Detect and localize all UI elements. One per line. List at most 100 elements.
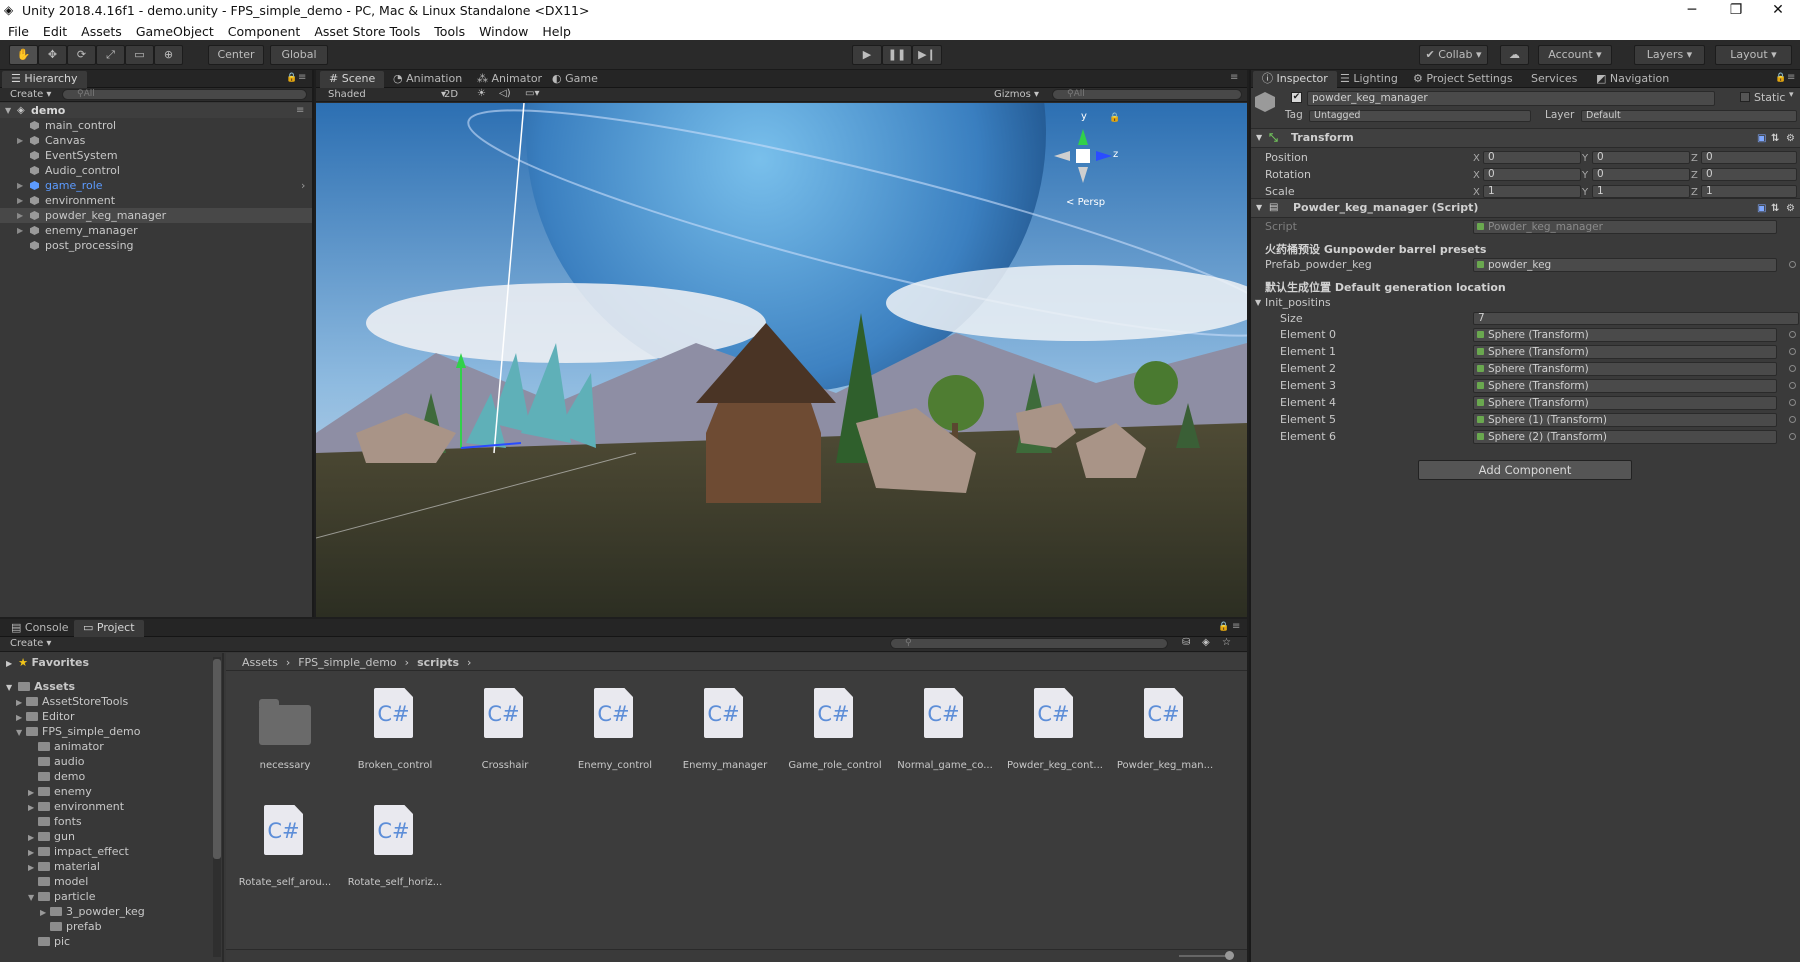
menu-window[interactable]: Window [479, 24, 528, 39]
file-rotate-self-arou[interactable]: C# Rotate_self_arou... [230, 797, 340, 897]
cloud-icon[interactable]: ☁ [1500, 45, 1529, 65]
pause-icon[interactable]: ❚❚ [882, 45, 912, 65]
hierarchy-item-main-control[interactable]: main_control [0, 118, 312, 133]
breadcrumb-scripts[interactable]: scripts [417, 656, 459, 669]
breadcrumb-assets[interactable]: Assets [242, 656, 278, 669]
object-picker-icon[interactable] [1789, 261, 1796, 268]
tree-folder-fps-simple-demo[interactable]: ▼ FPS_simple_demo [16, 724, 140, 739]
persp-label[interactable]: < Persp [1066, 197, 1105, 208]
audio-toggle-icon[interactable]: ◁) [499, 88, 511, 99]
file-necessary[interactable]: necessary [230, 680, 340, 780]
restore-icon[interactable]: ❐ [1714, 0, 1758, 22]
object-picker-icon[interactable] [1789, 331, 1796, 338]
layer-dropdown[interactable]: Default [1581, 110, 1797, 122]
preset-icon[interactable]: ⇅ [1771, 130, 1779, 148]
tab-inspector[interactable]: ⓘ Inspector [1253, 71, 1337, 88]
rotate-tool-icon[interactable]: ⟳ [67, 45, 96, 65]
object-name-field[interactable]: powder_keg_manager [1307, 91, 1715, 106]
tree-scrollbar[interactable] [213, 657, 221, 957]
element-6-field[interactable]: Sphere (2) (Transform) [1473, 430, 1777, 444]
help-icon[interactable]: ▣ [1757, 200, 1766, 218]
expand-right-icon[interactable]: ▶ [40, 905, 50, 920]
inspector-lock-icon[interactable]: 🔒 [1775, 73, 1786, 83]
scene-menu-icon[interactable]: ≡ [296, 103, 304, 118]
filter-label-icon[interactable]: ◈ [1202, 637, 1210, 648]
expand-right-icon[interactable]: ▶ [28, 845, 38, 860]
tab-services[interactable]: Services [1522, 71, 1586, 88]
file-enemy-control[interactable]: C# Enemy_control [560, 680, 670, 780]
file-broken-control[interactable]: C# Broken_control [340, 680, 450, 780]
file-powder-keg-man[interactable]: C# Powder_keg_man... [1110, 680, 1220, 780]
file-crosshair[interactable]: C# Crosshair [450, 680, 560, 780]
menu-tools[interactable]: Tools [434, 24, 465, 39]
foldout-icon[interactable]: ▼ [1256, 199, 1262, 217]
hierarchy-item-enemy-manager[interactable]: ▶ enemy_manager [0, 223, 312, 238]
tree-folder-3-powder-keg[interactable]: ▶ 3_powder_keg [40, 904, 145, 919]
menu-gameobject[interactable]: GameObject [136, 24, 214, 39]
object-picker-icon[interactable] [1789, 382, 1796, 389]
layers-button[interactable]: Layers ▾ [1634, 45, 1705, 65]
expand-right-icon[interactable]: ▶ [17, 133, 23, 148]
scale-x-field[interactable]: 1 [1483, 185, 1581, 198]
tab-scene[interactable]: # Scene [320, 71, 385, 88]
menu-component[interactable]: Component [228, 24, 301, 39]
rotation-z-field[interactable]: 0 [1701, 168, 1797, 181]
foldout-icon[interactable]: ▼ [1256, 129, 1262, 147]
hierarchy-item-post-processing[interactable]: post_processing [0, 238, 312, 253]
tree-folder-prefab[interactable]: prefab [40, 919, 102, 934]
filter-type-icon[interactable]: ⛁ [1182, 637, 1190, 648]
close-icon[interactable]: ✕ [1756, 0, 1800, 22]
element-3-field[interactable]: Sphere (Transform) [1473, 379, 1777, 393]
favorites-row[interactable]: ▶ ★ Favorites [6, 655, 89, 670]
minimize-icon[interactable]: ─ [1670, 0, 1714, 22]
pivot-global-button[interactable]: Global [270, 45, 328, 65]
tree-folder-fonts[interactable]: fonts [28, 814, 82, 829]
tree-folder-environment[interactable]: ▶ environment [28, 799, 124, 814]
expand-right-icon[interactable]: ▶ [16, 710, 26, 725]
scene-lock-icon[interactable]: 🔒 [1109, 113, 1120, 123]
size-field[interactable]: 7 [1473, 312, 1799, 325]
lighting-toggle-icon[interactable]: ☀ [477, 88, 486, 99]
create-dropdown[interactable]: Create ▾ [10, 89, 51, 100]
array-row[interactable]: ▼ Init_positins [1251, 295, 1800, 310]
expand-right-icon[interactable]: ▶ [17, 193, 23, 208]
assets-row[interactable]: ▼ Assets [6, 679, 75, 694]
object-picker-icon[interactable] [1789, 348, 1796, 355]
tab-animator[interactable]: ⁂ Animator [468, 71, 551, 88]
zoom-slider-handle[interactable] [1225, 951, 1234, 960]
file-rotate-self-horiz[interactable]: C# Rotate_self_horiz... [340, 797, 450, 897]
hierarchy-item-eventsystem[interactable]: EventSystem [0, 148, 312, 163]
scale-z-field[interactable]: 1 [1701, 185, 1797, 198]
tree-folder-particle[interactable]: ▼ particle [28, 889, 96, 904]
play-icon[interactable]: ▶ [852, 45, 882, 65]
move-tool-icon[interactable]: ✥ [38, 45, 67, 65]
menu-asset-store-tools[interactable]: Asset Store Tools [314, 24, 420, 39]
help-icon[interactable]: ▣ [1757, 130, 1766, 148]
expand-right-icon[interactable]: ▶ [28, 860, 38, 875]
static-checkbox[interactable] [1740, 92, 1750, 102]
hierarchy-item-game-role[interactable]: ▶ game_role › [0, 178, 312, 193]
zoom-slider-track[interactable] [1179, 955, 1229, 957]
active-checkbox[interactable]: ✔ [1291, 92, 1302, 103]
tree-folder-animator[interactable]: animator [28, 739, 104, 754]
hand-tool-icon[interactable]: ✋ [9, 45, 38, 65]
axis-z-label[interactable]: Z [1691, 151, 1698, 166]
element-2-field[interactable]: Sphere (Transform) [1473, 362, 1777, 376]
tree-folder-impact-effect[interactable]: ▶ impact_effect [28, 844, 129, 859]
axis-x-label[interactable]: X [1473, 168, 1480, 183]
rect-tool-icon[interactable]: ▭ [125, 45, 154, 65]
transform-header[interactable]: ▼ ⤡ Transform ▣ ⇅ ⚙ [1251, 128, 1800, 148]
inspector-menu-icon[interactable]: ≡ [1787, 72, 1795, 83]
tree-folder-material[interactable]: ▶ material [28, 859, 100, 874]
rotation-x-field[interactable]: 0 [1483, 168, 1581, 181]
static-dropdown-icon[interactable]: ▾ [1789, 90, 1794, 100]
tab-project-settings[interactable]: ⚙ Project Settings [1404, 71, 1522, 88]
expand-right-icon[interactable]: ▶ [28, 785, 38, 800]
pivot-center-button[interactable]: Center [208, 45, 264, 65]
tab-lighting[interactable]: ☰ Lighting [1331, 71, 1407, 88]
menu-file[interactable]: File [8, 24, 29, 39]
tab-animation[interactable]: ◔ Animation [384, 71, 471, 88]
tab-navigation[interactable]: ◩ Navigation [1587, 71, 1678, 88]
axis-y-label[interactable]: Y [1582, 151, 1588, 166]
shading-dropdown[interactable]: Shaded ▾ [328, 89, 446, 100]
